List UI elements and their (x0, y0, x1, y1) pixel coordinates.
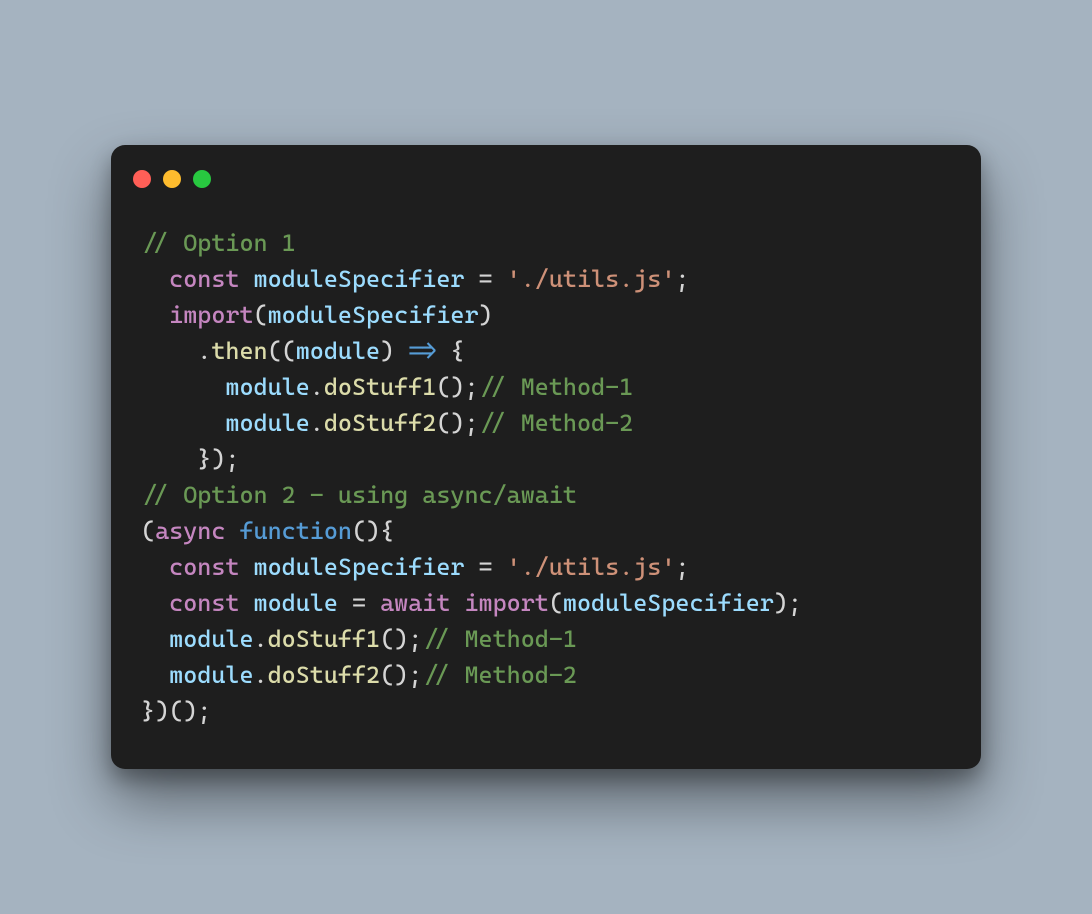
zoom-icon[interactable] (193, 170, 211, 188)
code-token: module (169, 625, 253, 653)
code-token: doStuff2 (324, 409, 437, 437)
code-token: = (464, 553, 506, 581)
code-token: module (254, 589, 338, 617)
code-token: // Method-1 (422, 625, 577, 653)
code-token: moduleSpecifier (268, 301, 479, 329)
code-token: then (211, 337, 267, 365)
code-line: .then((module) => { (141, 333, 951, 369)
code-token: (); (380, 661, 422, 689)
code-token (450, 589, 464, 617)
code-token: . (254, 661, 268, 689)
code-token: ; (675, 265, 689, 293)
code-token: './utils.js' (507, 553, 676, 581)
code-token: ( (549, 589, 563, 617)
code-token: await (380, 589, 450, 617)
code-line: (async function(){ (141, 513, 951, 549)
code-token: doStuff2 (268, 661, 381, 689)
code-token: './utils.js' (507, 265, 676, 293)
code-token: ( (254, 301, 268, 329)
code-line: const moduleSpecifier = './utils.js'; (141, 261, 951, 297)
code-token: doStuff1 (268, 625, 381, 653)
code-line: // Option 2 - using async/await (141, 477, 951, 513)
code-token: . (197, 337, 211, 365)
code-token (225, 517, 239, 545)
code-token: import (169, 301, 253, 329)
close-icon[interactable] (133, 170, 151, 188)
code-token: . (310, 373, 324, 401)
code-token: ); (774, 589, 802, 617)
code-token: const (169, 553, 239, 581)
code-token: module (296, 337, 380, 365)
code-token: ( (141, 517, 155, 545)
code-token: module (225, 409, 309, 437)
code-token: function (239, 517, 352, 545)
code-token: ) (479, 301, 493, 329)
code-token: })(); (141, 697, 211, 725)
code-token: moduleSpecifier (563, 589, 774, 617)
code-token: (); (436, 409, 478, 437)
code-line: module.doStuff1();// Method-1 (141, 621, 951, 657)
code-token: moduleSpecifier (254, 553, 465, 581)
code-line: })(); (141, 693, 951, 729)
code-token: module (225, 373, 309, 401)
code-token: . (254, 625, 268, 653)
code-line: import(moduleSpecifier) (141, 297, 951, 333)
code-token: => (408, 337, 436, 365)
code-token: // Option 1 (141, 229, 296, 257)
code-token: const (169, 265, 239, 293)
code-line: module.doStuff2();// Method-2 (141, 657, 951, 693)
code-token: }); (197, 445, 239, 473)
code-token: async (155, 517, 225, 545)
code-token: // Method-1 (479, 373, 634, 401)
code-token: moduleSpecifier (254, 265, 465, 293)
code-token: ; (675, 553, 689, 581)
code-token (239, 265, 253, 293)
code-token: (); (380, 625, 422, 653)
code-line: }); (141, 441, 951, 477)
code-block[interactable]: // Option 1 const moduleSpecifier = './u… (111, 195, 981, 769)
code-token (239, 553, 253, 581)
code-line: // Option 1 (141, 225, 951, 261)
minimize-icon[interactable] (163, 170, 181, 188)
code-token: (); (436, 373, 478, 401)
code-token: // Method-2 (479, 409, 634, 437)
code-line: module.doStuff2();// Method-2 (141, 405, 951, 441)
code-token: doStuff1 (324, 373, 437, 401)
code-token (239, 589, 253, 617)
code-token: import (464, 589, 548, 617)
code-token: (){ (352, 517, 394, 545)
window-titlebar (111, 145, 981, 195)
code-token: const (169, 589, 239, 617)
code-line: const moduleSpecifier = './utils.js'; (141, 549, 951, 585)
code-line: module.doStuff1();// Method-1 (141, 369, 951, 405)
code-token: ) (380, 337, 408, 365)
code-token: . (310, 409, 324, 437)
code-token: module (169, 661, 253, 689)
code-token: = (464, 265, 506, 293)
code-window: // Option 1 const moduleSpecifier = './u… (111, 145, 981, 769)
code-line: const module = await import(moduleSpecif… (141, 585, 951, 621)
code-token: // Option 2 - using async/await (141, 481, 577, 509)
code-token: { (436, 337, 464, 365)
code-token: // Method-2 (422, 661, 577, 689)
code-token: (( (268, 337, 296, 365)
code-token: = (338, 589, 380, 617)
